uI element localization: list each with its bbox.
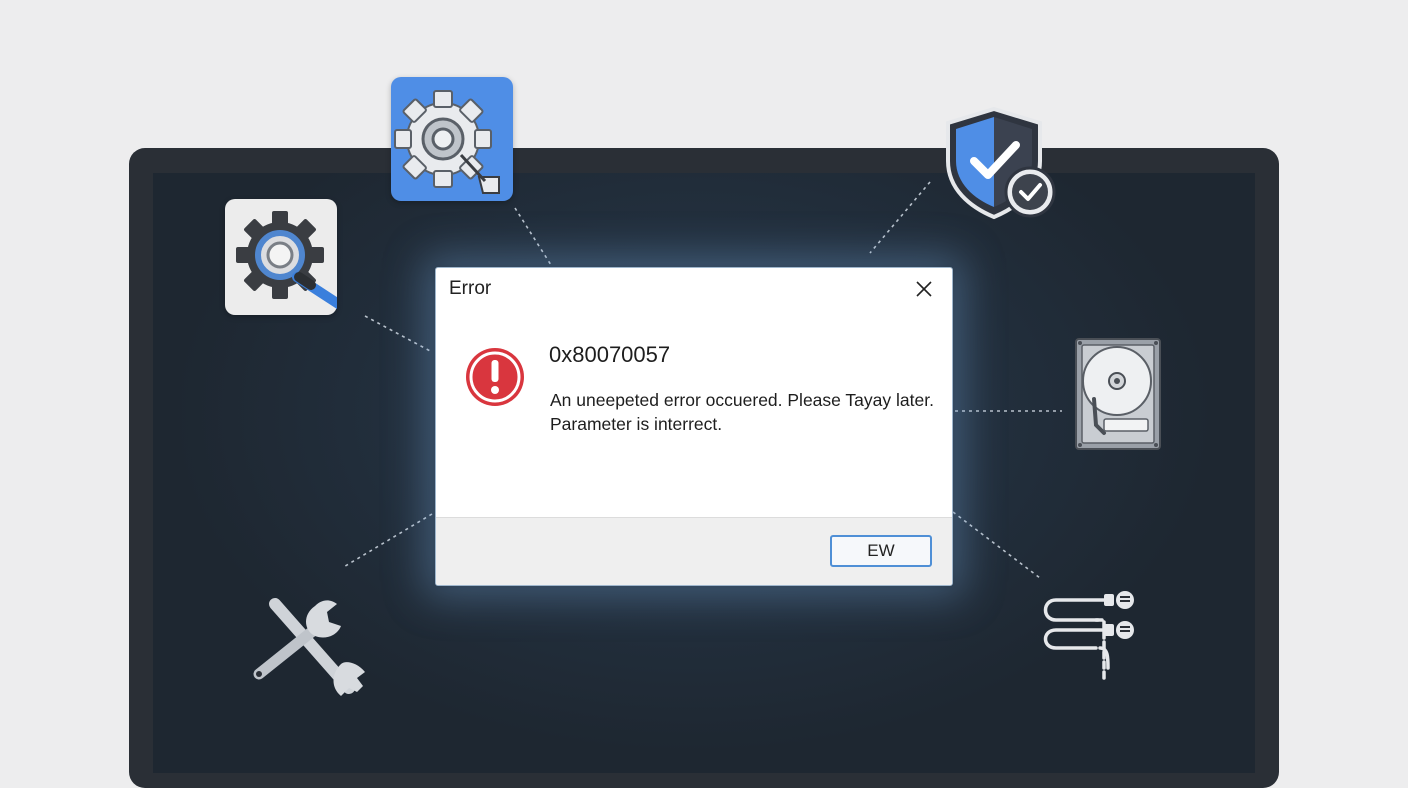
- error-code: 0x80070057: [549, 342, 671, 367]
- dialog-footer: EW: [436, 517, 952, 585]
- error-dialog: Error 0x80070057 An uneepeted error occu…: [435, 267, 953, 586]
- dialog-title: Error: [449, 278, 492, 299]
- cables-icon: [1036, 588, 1140, 684]
- error-message-line2: Parameter is interrect.: [550, 414, 723, 434]
- error-exclamation-icon: [466, 348, 524, 406]
- close-button[interactable]: [906, 274, 942, 304]
- tools-icon: [245, 592, 373, 700]
- gear-search-icon: [225, 199, 348, 315]
- dialog-body: 0x80070057 An uneepeted error occuered. …: [436, 316, 952, 516]
- ok-button[interactable]: EW: [830, 535, 932, 567]
- hard-drive-icon: [1074, 337, 1162, 451]
- settings-gear-icon: [391, 77, 513, 201]
- security-shield-icon: [944, 105, 1056, 223]
- close-icon: [916, 281, 932, 297]
- error-message-line1: An uneepeted error occuered. Please Taya…: [550, 390, 934, 410]
- error-message: An uneepeted error occuered. Please Taya…: [550, 388, 950, 436]
